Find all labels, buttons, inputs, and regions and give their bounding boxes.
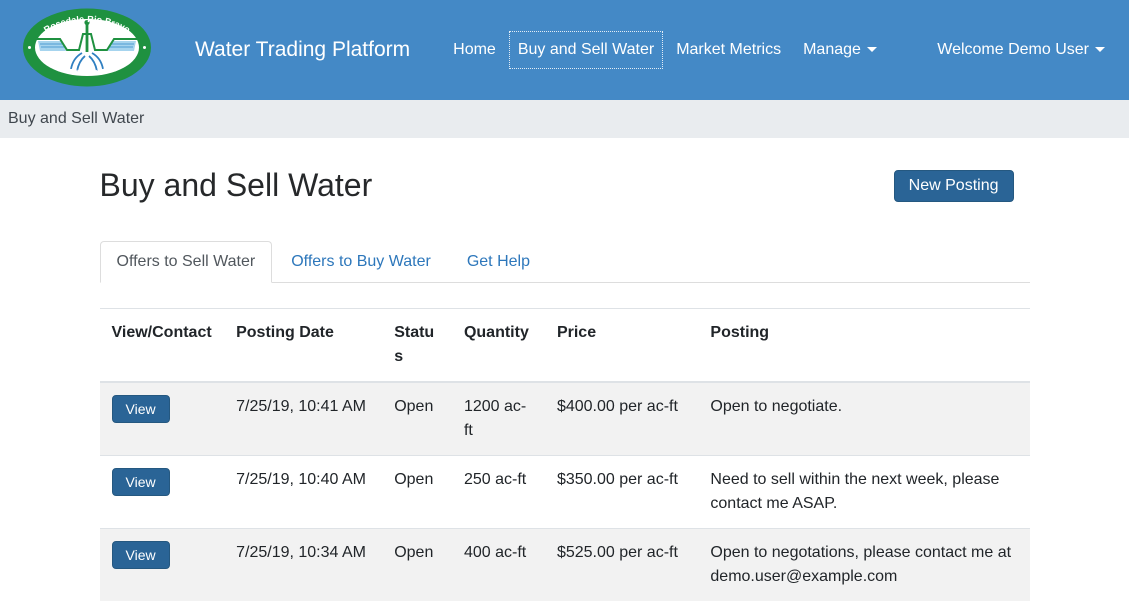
district-logo: Rosedale-Rio Bravo WATER STORAGE DISTRIC…: [22, 8, 152, 92]
app-brand-title[interactable]: Water Trading Platform: [195, 38, 410, 62]
cell-posting-date: 7/25/19, 10:41 AM: [224, 382, 382, 456]
cell-quantity: 1200 ac-ft: [452, 382, 545, 456]
cell-price: $350.00 per ac-ft: [545, 456, 698, 529]
view-button[interactable]: View: [112, 395, 170, 423]
nav-item-market-metrics[interactable]: Market Metrics: [667, 31, 790, 69]
caret-down-icon: [1095, 47, 1105, 52]
cell-posting: Open to negotiate.: [698, 382, 1029, 456]
cell-price: $400.00 per ac-ft: [545, 382, 698, 456]
cell-posting-date: 7/25/19, 10:34 AM: [224, 529, 382, 602]
new-posting-button[interactable]: New Posting: [894, 170, 1014, 202]
col-header-view-contact: View/Contact: [100, 309, 225, 383]
view-button[interactable]: View: [112, 468, 170, 496]
page-header: Buy and Sell Water New Posting: [100, 167, 1030, 204]
cell-posting-date: 7/25/19, 10:40 AM: [224, 456, 382, 529]
nav-item-home[interactable]: Home: [444, 31, 505, 69]
cell-status: Open: [382, 456, 452, 529]
cell-price: $525.00 per ac-ft: [545, 529, 698, 602]
cell-posting: Need to sell within the next week, pleas…: [698, 456, 1029, 529]
user-menu-label: Welcome Demo User: [937, 41, 1089, 58]
table-row: View 7/25/19, 10:41 AM Open 1200 ac-ft $…: [100, 382, 1030, 456]
col-header-price: Price: [545, 309, 698, 383]
top-navbar: Rosedale-Rio Bravo WATER STORAGE DISTRIC…: [0, 0, 1129, 100]
cell-posting: Open to negotations, please contact me a…: [698, 529, 1029, 602]
cell-status: Open: [382, 529, 452, 602]
main-content: Buy and Sell Water New Posting Offers to…: [100, 167, 1030, 601]
table-row: View 7/25/19, 10:40 AM Open 250 ac-ft $3…: [100, 456, 1030, 529]
cell-quantity: 250 ac-ft: [452, 456, 545, 529]
main-nav: Home Buy and Sell Water Market Metrics M…: [442, 31, 888, 69]
tab-offers-to-sell-water[interactable]: Offers to Sell Water: [100, 241, 273, 283]
cell-quantity: 400 ac-ft: [452, 529, 545, 602]
table-row: View 7/25/19, 10:34 AM Open 400 ac-ft $5…: [100, 529, 1030, 602]
col-header-quantity: Quantity: [452, 309, 545, 383]
nav-item-manage-label: Manage: [803, 41, 861, 58]
offers-to-sell-table: View/Contact Posting Date Status Quantit…: [100, 308, 1030, 601]
col-header-posting-date: Posting Date: [224, 309, 382, 383]
offers-tabs: Offers to Sell Water Offers to Buy Water…: [100, 241, 1030, 283]
nav-item-manage-dropdown[interactable]: Manage: [794, 31, 886, 69]
cell-status: Open: [382, 382, 452, 456]
tab-offers-to-buy-water[interactable]: Offers to Buy Water: [274, 241, 448, 283]
view-button[interactable]: View: [112, 541, 170, 569]
page-title: Buy and Sell Water: [100, 167, 373, 204]
col-header-status: Status: [382, 309, 452, 383]
col-header-posting: Posting: [698, 309, 1029, 383]
caret-down-icon: [867, 47, 877, 52]
breadcrumb: Buy and Sell Water: [0, 100, 1129, 138]
tab-get-help[interactable]: Get Help: [450, 241, 547, 283]
nav-item-buy-and-sell-water[interactable]: Buy and Sell Water: [509, 31, 663, 69]
water-district-logo-icon: Rosedale-Rio Bravo WATER STORAGE DISTRIC…: [22, 8, 152, 87]
user-menu-dropdown[interactable]: Welcome Demo User: [933, 31, 1109, 69]
breadcrumb-current: Buy and Sell Water: [8, 110, 144, 128]
table-header-row: View/Contact Posting Date Status Quantit…: [100, 309, 1030, 383]
